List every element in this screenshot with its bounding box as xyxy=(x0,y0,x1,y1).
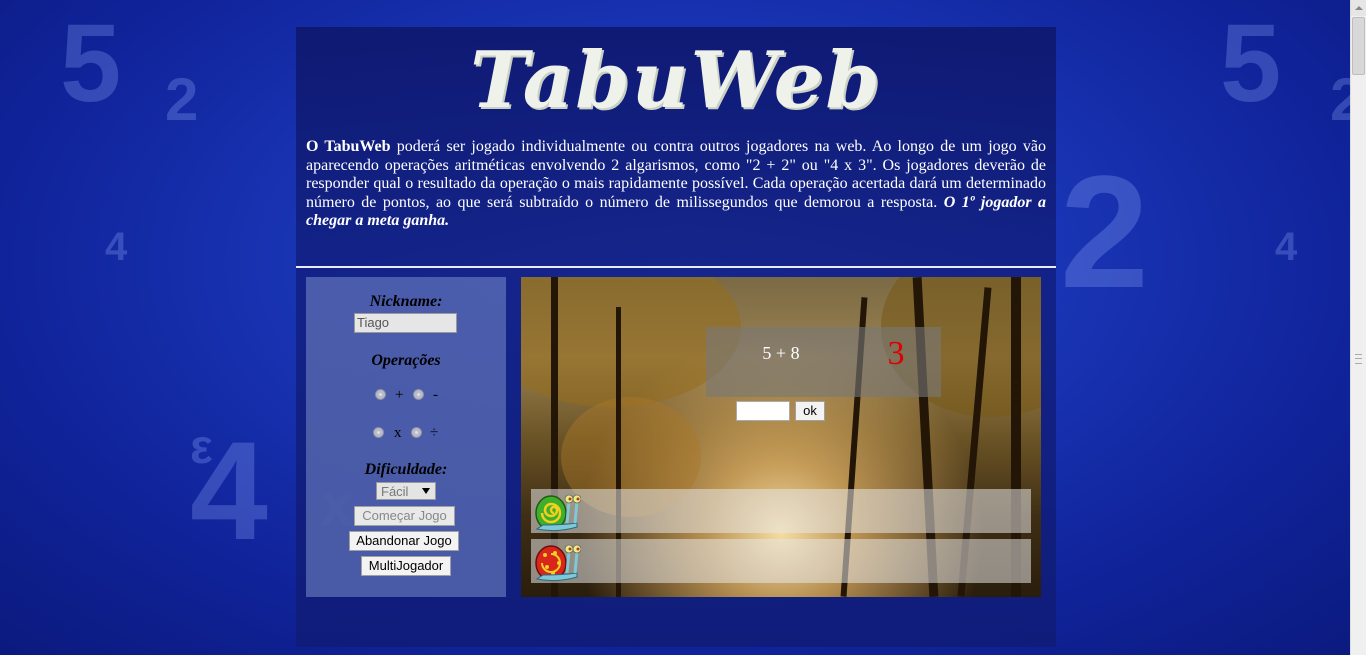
difficulty-value: Fácil xyxy=(381,484,409,499)
background-digit: ε xyxy=(190,421,213,474)
game-board: 5 + 8 3 ok xyxy=(521,277,1041,597)
start-game-button[interactable]: Começar Jogo xyxy=(354,506,455,526)
divider xyxy=(296,266,1056,268)
settings-panel: Nickname: Tiago Operações + - x ÷ Dificu… xyxy=(306,277,506,597)
difficulty-select[interactable]: Fácil xyxy=(376,482,436,500)
scroll-thumb[interactable] xyxy=(1352,17,1365,75)
nickname-label: Nickname: xyxy=(369,293,443,310)
op-divide-label: ÷ xyxy=(430,425,439,441)
background-digit: 5 xyxy=(60,2,122,125)
player-track xyxy=(531,539,1031,583)
op-plus-label: + xyxy=(395,387,404,403)
vertical-scrollbar[interactable] xyxy=(1350,0,1366,655)
dropdown-caret-icon xyxy=(422,488,430,494)
countdown-timer: 3 xyxy=(887,335,905,372)
player-track xyxy=(531,489,1031,533)
scroll-up-icon[interactable] xyxy=(1351,0,1366,16)
multiplayer-button[interactable]: MultiJogador xyxy=(361,556,451,576)
scroll-grip-icon xyxy=(1355,354,1362,364)
app-logo: TabuWeb xyxy=(470,35,882,126)
green-snail-icon xyxy=(535,494,581,532)
background-digit: 4 xyxy=(1275,225,1298,269)
intro-body: poderá ser jogado individualmente ou con… xyxy=(306,138,1047,211)
quit-game-button[interactable]: Abandonar Jogo xyxy=(349,531,459,551)
background-digit: 4 xyxy=(105,225,128,269)
difficulty-label: Dificuldade: xyxy=(364,461,448,478)
intro-text: O TabuWeb poderá ser jogado individualme… xyxy=(306,138,1046,231)
background-digit: 2 xyxy=(1060,142,1149,321)
intro-brand: O TabuWeb xyxy=(306,138,391,155)
ok-button[interactable]: ok xyxy=(795,401,825,421)
background-digit: 5 xyxy=(1220,2,1282,125)
answer-input[interactable] xyxy=(736,401,790,421)
op-times-radio[interactable] xyxy=(373,427,384,438)
background-digit: 2 xyxy=(165,66,199,133)
red-snail-icon xyxy=(535,544,581,582)
operations-label: Operações xyxy=(371,352,441,369)
op-minus-radio[interactable] xyxy=(413,389,424,400)
main-container: TabuWeb O TabuWeb poderá ser jogado indi… xyxy=(296,27,1056,647)
op-minus-label: - xyxy=(433,387,438,403)
op-divide-radio[interactable] xyxy=(411,427,422,438)
op-times-label: x xyxy=(394,425,402,441)
op-plus-radio[interactable] xyxy=(375,389,386,400)
operation-text: 5 + 8 xyxy=(762,343,800,363)
operation-box: 5 + 8 3 xyxy=(706,327,941,397)
nickname-input[interactable]: Tiago xyxy=(354,313,457,333)
